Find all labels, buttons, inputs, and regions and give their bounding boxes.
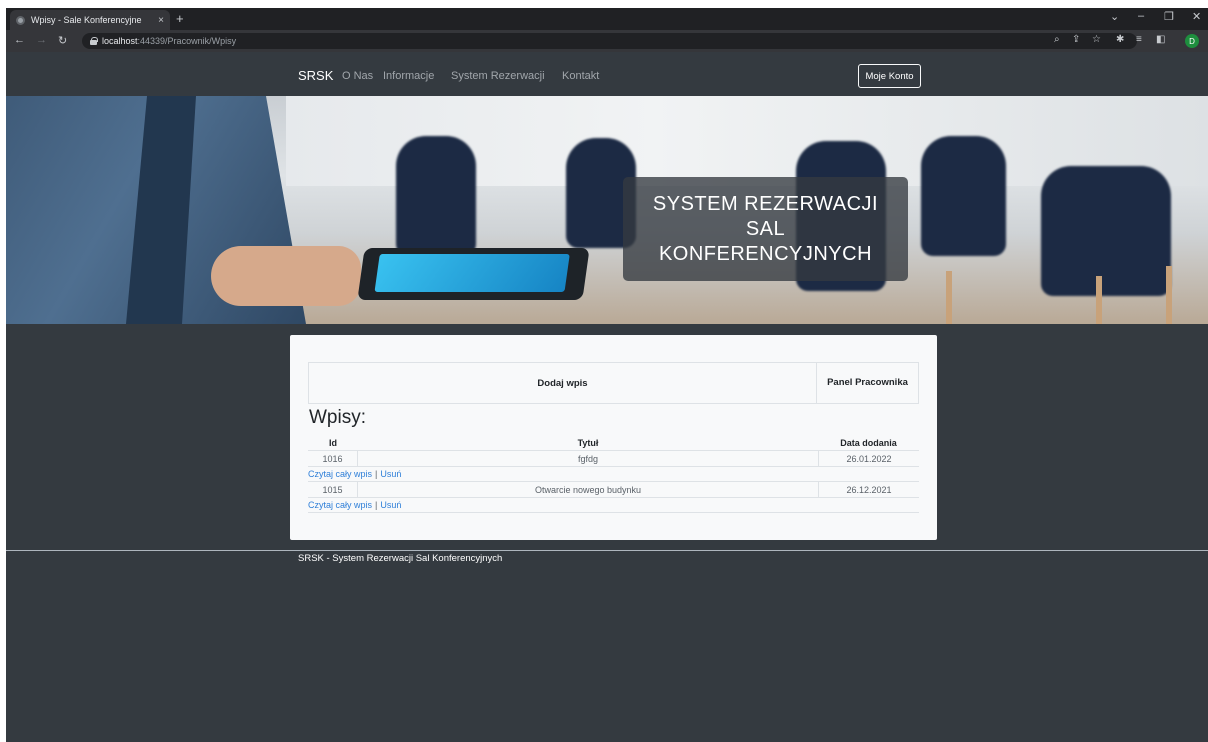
share-icon[interactable]: ⇪ (1072, 34, 1080, 45)
side-panel-icon[interactable]: ◧ (1156, 34, 1165, 45)
minimize-button[interactable]: – (1138, 10, 1144, 22)
footer-text: SRSK - System Rezerwacji Sal Konferencyj… (298, 553, 503, 564)
column-header-date: Data dodania (840, 437, 897, 448)
new-tab-button[interactable]: + (176, 11, 184, 26)
tablet-graphic (357, 248, 590, 300)
delete-entry-link[interactable]: Usuń (380, 500, 401, 510)
hand-graphic (211, 246, 361, 306)
table-row: 1016 fgfdg 26.01.2022 (308, 451, 919, 467)
action-separator: | (375, 469, 378, 479)
nav-link-o-nas[interactable]: O Nas (342, 70, 373, 82)
extensions-icon[interactable]: ✱ (1116, 34, 1124, 45)
panel-table: Dodaj wpis Panel Pracownika (308, 362, 919, 404)
entry-id: 1015 (308, 482, 358, 497)
reload-icon[interactable]: ↻ (58, 34, 67, 47)
nav-link-kontakt[interactable]: Kontakt (562, 70, 599, 82)
read-entry-link[interactable]: Czytaj cały wpis (308, 469, 372, 479)
entry-date: 26.12.2021 (818, 482, 919, 497)
entry-id: 1016 (308, 451, 358, 466)
action-separator: | (375, 500, 378, 510)
staff-panel-link[interactable]: Panel Pracownika (817, 363, 918, 403)
entries-table: Id Tytuł Data dodania 1016 fgfdg 26.01.2… (308, 435, 919, 513)
content-card: Dodaj wpis Panel Pracownika Wpisy: Id Ty… (290, 335, 937, 540)
address-toolbar: ← → ↻ localhost:44339/Pracownik/Wpisy ⌕ … (6, 30, 1208, 52)
footer-divider (6, 550, 1208, 551)
table-leg-graphic (1166, 266, 1172, 324)
entry-title: Otwarcie nowego budynku (534, 484, 642, 495)
tablet-screen-graphic (374, 254, 570, 292)
nav-link-system-rezerwacji[interactable]: System Rezerwacji (451, 70, 545, 82)
nav-link-informacje[interactable]: Informacje (383, 70, 434, 82)
hero-caption: SYSTEM REZERWACJI SAL KONFERENCYJNYCH (623, 177, 908, 281)
table-row: 1015 Otwarcie nowego budynku 26.12.2021 (308, 482, 919, 498)
chair-graphic (1041, 166, 1171, 296)
brand-link[interactable]: SRSK (298, 68, 333, 83)
read-entry-link[interactable]: Czytaj cały wpis (308, 500, 372, 510)
entry-actions: Czytaj cały wpis | Usuń (308, 467, 919, 482)
page: SRSK O Nas Informacje System Rezerwacji … (6, 52, 1208, 742)
entries-heading: Wpisy: (309, 407, 366, 428)
browser-chrome: Wpisy - Sale Konferencyjne × + ⌄ – ❐ ✕ ←… (6, 8, 1208, 52)
table-header: Id Tytuł Data dodania (308, 435, 919, 451)
my-account-button[interactable]: Moje Konto (858, 64, 921, 88)
back-arrow-icon[interactable]: ← (14, 34, 25, 46)
close-window-button[interactable]: ✕ (1192, 10, 1201, 23)
tab-search-icon[interactable]: ⌄ (1110, 10, 1119, 23)
browser-tab[interactable]: Wpisy - Sale Konferencyjne × (10, 10, 170, 30)
reading-list-icon[interactable]: ≡ (1136, 34, 1142, 45)
entry-title: fgfdg (577, 453, 599, 464)
delete-entry-link[interactable]: Usuń (380, 469, 401, 479)
table-leg-graphic (946, 271, 952, 324)
add-entry-link[interactable]: Dodaj wpis (309, 363, 817, 403)
table-leg-graphic (1096, 276, 1102, 324)
hero-banner: SYSTEM REZERWACJI SAL KONFERENCYJNYCH (6, 96, 1208, 324)
url-text: localhost:44339/Pracownik/Wpisy (102, 36, 237, 46)
chair-graphic (921, 136, 1006, 256)
star-icon[interactable]: ☆ (1092, 34, 1101, 45)
column-header-id: Id (329, 437, 337, 448)
favicon-icon (16, 15, 25, 25)
navbar: SRSK O Nas Informacje System Rezerwacji … (6, 52, 1208, 96)
tab-close-icon[interactable]: × (158, 15, 164, 26)
tab-bar: Wpisy - Sale Konferencyjne × + ⌄ – ❐ ✕ (6, 8, 1208, 30)
forward-arrow-icon[interactable]: → (36, 34, 47, 46)
url-bar[interactable]: localhost:44339/Pracownik/Wpisy (82, 33, 1137, 49)
tab-title: Wpisy - Sale Konferencyjne (31, 15, 142, 25)
zoom-icon[interactable]: ⌕ (1054, 34, 1060, 45)
entry-date: 26.01.2022 (818, 451, 919, 466)
maximize-button[interactable]: ❐ (1164, 10, 1174, 23)
column-header-title: Tytuł (577, 437, 599, 448)
lock-icon[interactable] (90, 37, 98, 45)
entry-actions: Czytaj cały wpis | Usuń (308, 498, 919, 513)
hero-title: SYSTEM REZERWACJI SAL KONFERENCYJNYCH (652, 192, 879, 265)
profile-avatar[interactable]: D (1185, 34, 1199, 48)
chair-graphic (396, 136, 476, 256)
